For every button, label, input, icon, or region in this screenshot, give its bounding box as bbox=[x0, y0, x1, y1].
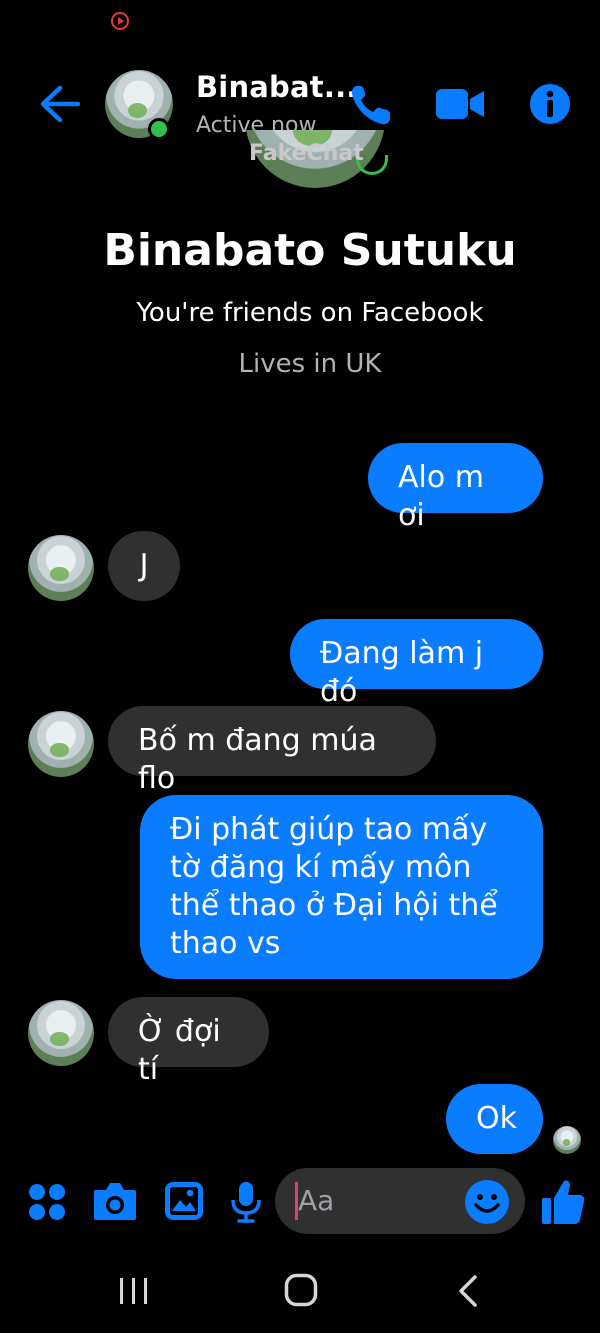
message-outgoing[interactable]: Đi phát giúp tao mấy tờ đăng kí mấy môn … bbox=[140, 795, 543, 979]
message-text: J bbox=[139, 548, 149, 583]
message-avatar[interactable] bbox=[28, 711, 94, 777]
message-text: Bố m đang múa flo bbox=[138, 723, 377, 796]
message-incoming[interactable]: Ờ đợi tí bbox=[108, 997, 269, 1087]
contact-name[interactable]: Binabat... bbox=[196, 70, 358, 104]
message-avatar[interactable] bbox=[28, 1000, 94, 1066]
recording-indicator-icon bbox=[111, 12, 129, 30]
camera-icon[interactable] bbox=[92, 1180, 138, 1222]
message-text: Ờ đợi tí bbox=[138, 1014, 221, 1087]
message-outgoing[interactable]: Ok bbox=[446, 1084, 543, 1154]
message-text: Đang làm j đó bbox=[320, 636, 484, 709]
online-indicator bbox=[148, 118, 170, 140]
message-avatar[interactable] bbox=[28, 535, 94, 601]
recents-icon[interactable] bbox=[118, 1276, 150, 1306]
phone-icon[interactable] bbox=[348, 82, 394, 128]
message-outgoing[interactable]: Đang làm j đó bbox=[290, 619, 543, 709]
profile-name: Binabato Sutuku bbox=[103, 225, 517, 276]
message-outgoing[interactable]: Alo m ơi bbox=[368, 443, 543, 533]
friendship-status: You're friends on Facebook bbox=[136, 298, 484, 328]
thumbs-up-icon[interactable] bbox=[540, 1178, 586, 1226]
info-icon[interactable] bbox=[528, 82, 572, 126]
back-arrow-icon[interactable] bbox=[38, 84, 82, 124]
back-chevron-icon[interactable] bbox=[456, 1274, 480, 1308]
emoji-icon[interactable] bbox=[464, 1179, 510, 1225]
message-incoming[interactable]: Bố m đang múa flo bbox=[108, 706, 436, 796]
message-input-placeholder: Aa bbox=[298, 1184, 335, 1217]
location-text: Lives in UK bbox=[238, 349, 382, 379]
microphone-icon[interactable] bbox=[230, 1180, 262, 1224]
message-text: Đi phát giúp tao mấy tờ đăng kí mấy môn … bbox=[170, 812, 498, 961]
apps-icon[interactable] bbox=[28, 1183, 66, 1221]
gallery-icon[interactable] bbox=[163, 1180, 205, 1222]
seen-indicator-avatar bbox=[553, 1126, 581, 1154]
message-text: Ok bbox=[476, 1101, 517, 1136]
home-icon[interactable] bbox=[284, 1273, 318, 1307]
message-incoming[interactable]: J bbox=[108, 531, 180, 601]
watermark: FakeChat bbox=[249, 141, 364, 166]
message-text: Alo m ơi bbox=[398, 460, 484, 533]
video-camera-icon[interactable] bbox=[434, 86, 486, 122]
